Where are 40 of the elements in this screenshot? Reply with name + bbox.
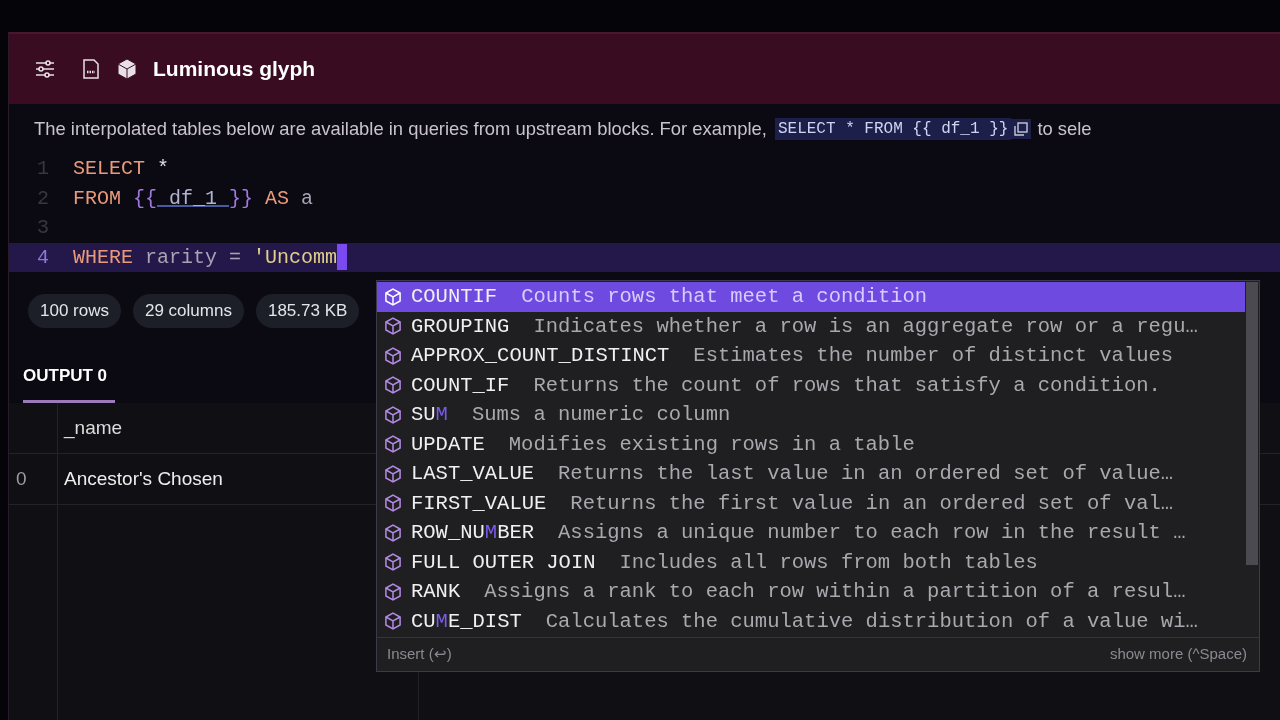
cube-icon xyxy=(383,375,403,396)
copy-icon[interactable] xyxy=(1011,119,1032,139)
suggestion-item[interactable]: GROUPING Indicates whether a row is an aggregate row or a regu… xyxy=(377,311,1245,341)
cube-icon xyxy=(383,611,403,632)
suggestion-item[interactable]: COUNTIF Counts rows that meet a condition xyxy=(377,282,1245,312)
cube-icon xyxy=(383,552,403,573)
suggestion-item[interactable]: CUME_DIST Calculates the cumulative distribution of a value wi… xyxy=(377,606,1245,636)
scrollbar[interactable] xyxy=(1246,282,1258,565)
code-snippet: SELECT * FROM {{ df_1 }} xyxy=(774,118,1012,140)
row-index: 0 xyxy=(9,454,58,504)
show-more-hint[interactable]: show more (^Space) xyxy=(1109,645,1247,663)
description-text: to sele xyxy=(1037,118,1092,140)
code-line[interactable]: FROM {{ df_1 }} AS a xyxy=(73,186,314,210)
cube-icon xyxy=(383,522,403,543)
stat-chip: 29 columns xyxy=(133,294,244,328)
cube-icon xyxy=(383,434,403,455)
code-line[interactable]: SELECT * xyxy=(73,157,170,181)
description-text: The interpolated tables below are available in queries from upstream blocks. For example, xyxy=(34,118,767,140)
suggestion-item[interactable]: FIRST_VALUE Returns the first value in an ordered set of val… xyxy=(377,488,1245,518)
block-title: Luminous glyph xyxy=(153,57,316,81)
suggestion-item[interactable]: COUNT_IF Returns the count of rows that satisfy a condition. xyxy=(377,370,1245,400)
cube-icon xyxy=(383,493,403,514)
cube-icon xyxy=(383,316,403,337)
cube-icon xyxy=(383,404,403,425)
suggestion-item[interactable]: FULL OUTER JOIN Includes all rows from both tables xyxy=(377,547,1245,577)
suggestion-item[interactable]: LAST_VALUE Returns the last value in an ordered set of value… xyxy=(377,459,1245,489)
suggestion-item[interactable]: ROW_NUMBER Assigns a unique number to each row in the result … xyxy=(377,518,1245,548)
stat-chip: 185.73 KB xyxy=(255,294,360,328)
settings-sliders-icon[interactable] xyxy=(33,57,57,81)
suggestion-item[interactable]: APPROX_COUNT_DISTINCT Estimates the number of distinct values xyxy=(377,341,1245,371)
cube-icon xyxy=(383,581,403,602)
code-line[interactable]: WHERE rarity = 'Uncomm xyxy=(73,244,348,271)
cube-icon xyxy=(383,463,403,484)
cube-icon xyxy=(383,286,403,307)
line-number: 4 xyxy=(36,245,50,269)
stat-chip: 100 rows xyxy=(28,294,121,328)
insert-hint: Insert (↩) xyxy=(387,645,452,663)
cube-icon xyxy=(115,57,139,81)
suggestion-item[interactable]: RANK Assigns a rank to each row within a partition of a resul… xyxy=(377,577,1245,607)
cube-icon xyxy=(383,345,403,366)
